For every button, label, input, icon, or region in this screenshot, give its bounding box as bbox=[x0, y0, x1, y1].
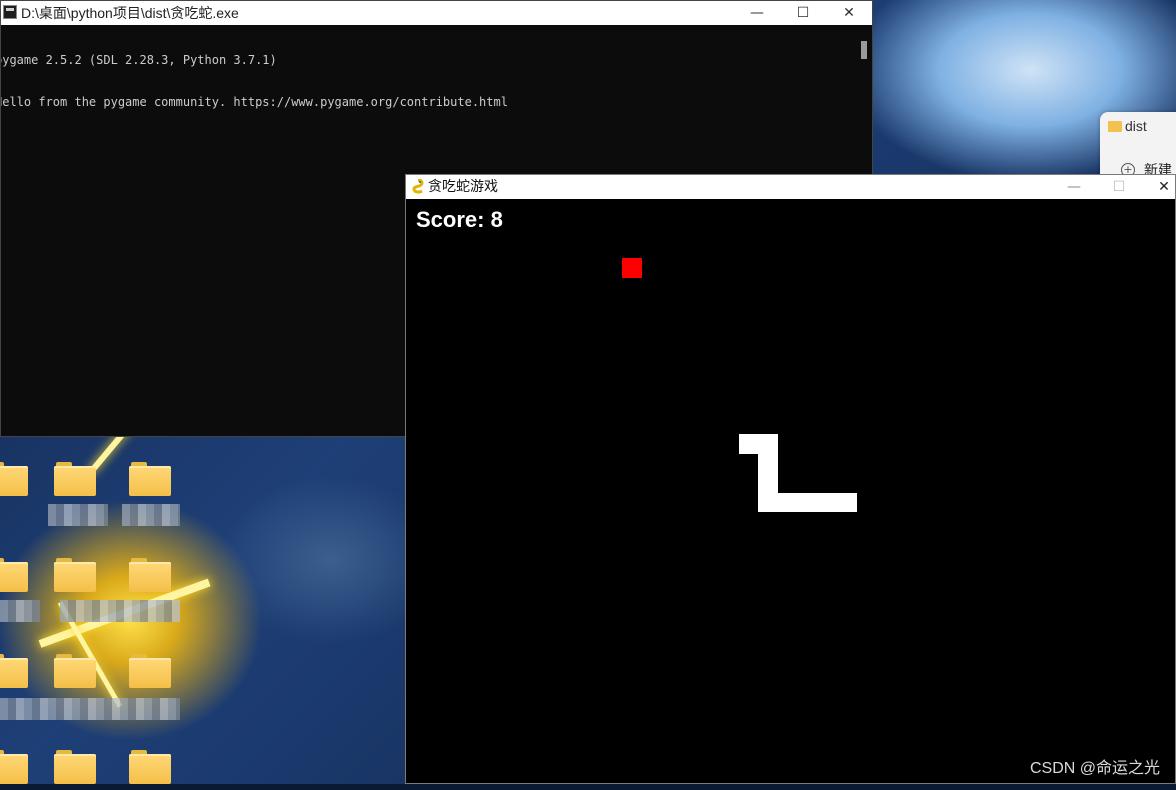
desktop-folder-icon[interactable] bbox=[54, 750, 102, 790]
desktop-folder-icon[interactable] bbox=[129, 558, 177, 598]
console-line: pygame 2.5.2 (SDL 2.28.3, Python 3.7.1) bbox=[1, 53, 277, 67]
close-button[interactable]: ✕ bbox=[826, 1, 872, 25]
game-title: 贪吃蛇游戏 bbox=[428, 179, 498, 195]
console-title: D:\桌面\python项目\dist\贪吃蛇.exe bbox=[21, 5, 239, 21]
score-text: Score: 8 bbox=[416, 207, 503, 232]
console-line: Hello from the pygame community. https:/… bbox=[1, 95, 508, 109]
desktop-folder-icon[interactable] bbox=[0, 750, 34, 790]
desktop-folder-icon[interactable] bbox=[54, 654, 102, 694]
desktop-folder-icon[interactable] bbox=[129, 654, 177, 694]
blurred-folder-label bbox=[122, 504, 180, 526]
maximize-button[interactable]: ☐ bbox=[780, 1, 826, 25]
snake-segment bbox=[758, 454, 778, 493]
blurred-folder-label bbox=[48, 504, 108, 526]
console-titlebar[interactable]: D:\桌面\python项目\dist\贪吃蛇.exe — ☐ ✕ bbox=[1, 1, 872, 25]
game-window[interactable]: 贪吃蛇游戏 — ☐ ✕ Score: 8 bbox=[405, 174, 1176, 784]
desktop-folder-icon[interactable] bbox=[54, 558, 102, 598]
minimize-button[interactable]: — bbox=[1051, 175, 1097, 199]
desktop-folder-icon[interactable] bbox=[54, 462, 102, 502]
console-app-icon bbox=[3, 5, 17, 19]
desktop-folder-icon[interactable] bbox=[0, 654, 34, 694]
minimize-button[interactable]: — bbox=[734, 1, 780, 25]
food-block bbox=[622, 258, 642, 278]
blurred-folder-label bbox=[60, 600, 180, 622]
desktop-folder-icon[interactable] bbox=[0, 462, 34, 502]
desktop-folder-icon[interactable] bbox=[129, 750, 177, 790]
game-titlebar[interactable]: 贪吃蛇游戏 — ☐ ✕ bbox=[406, 175, 1175, 199]
snake-segment bbox=[758, 493, 857, 512]
close-button[interactable]: ✕ bbox=[1141, 175, 1176, 199]
blurred-folder-label bbox=[0, 698, 180, 720]
pygame-snake-icon bbox=[412, 179, 424, 194]
scroll-thumb[interactable] bbox=[861, 41, 867, 59]
desktop-folder-icon[interactable] bbox=[0, 558, 34, 598]
game-canvas[interactable]: Score: 8 bbox=[406, 199, 1175, 783]
blurred-folder-label bbox=[0, 600, 40, 622]
watermark-text: CSDN @命运之光 bbox=[1029, 760, 1160, 777]
snake-segment bbox=[739, 434, 778, 454]
desktop-folder-icon[interactable] bbox=[129, 462, 177, 502]
maximize-button[interactable]: ☐ bbox=[1096, 175, 1142, 199]
folder-icon bbox=[1108, 121, 1122, 132]
explorer-tab-label[interactable]: dist bbox=[1125, 118, 1147, 134]
